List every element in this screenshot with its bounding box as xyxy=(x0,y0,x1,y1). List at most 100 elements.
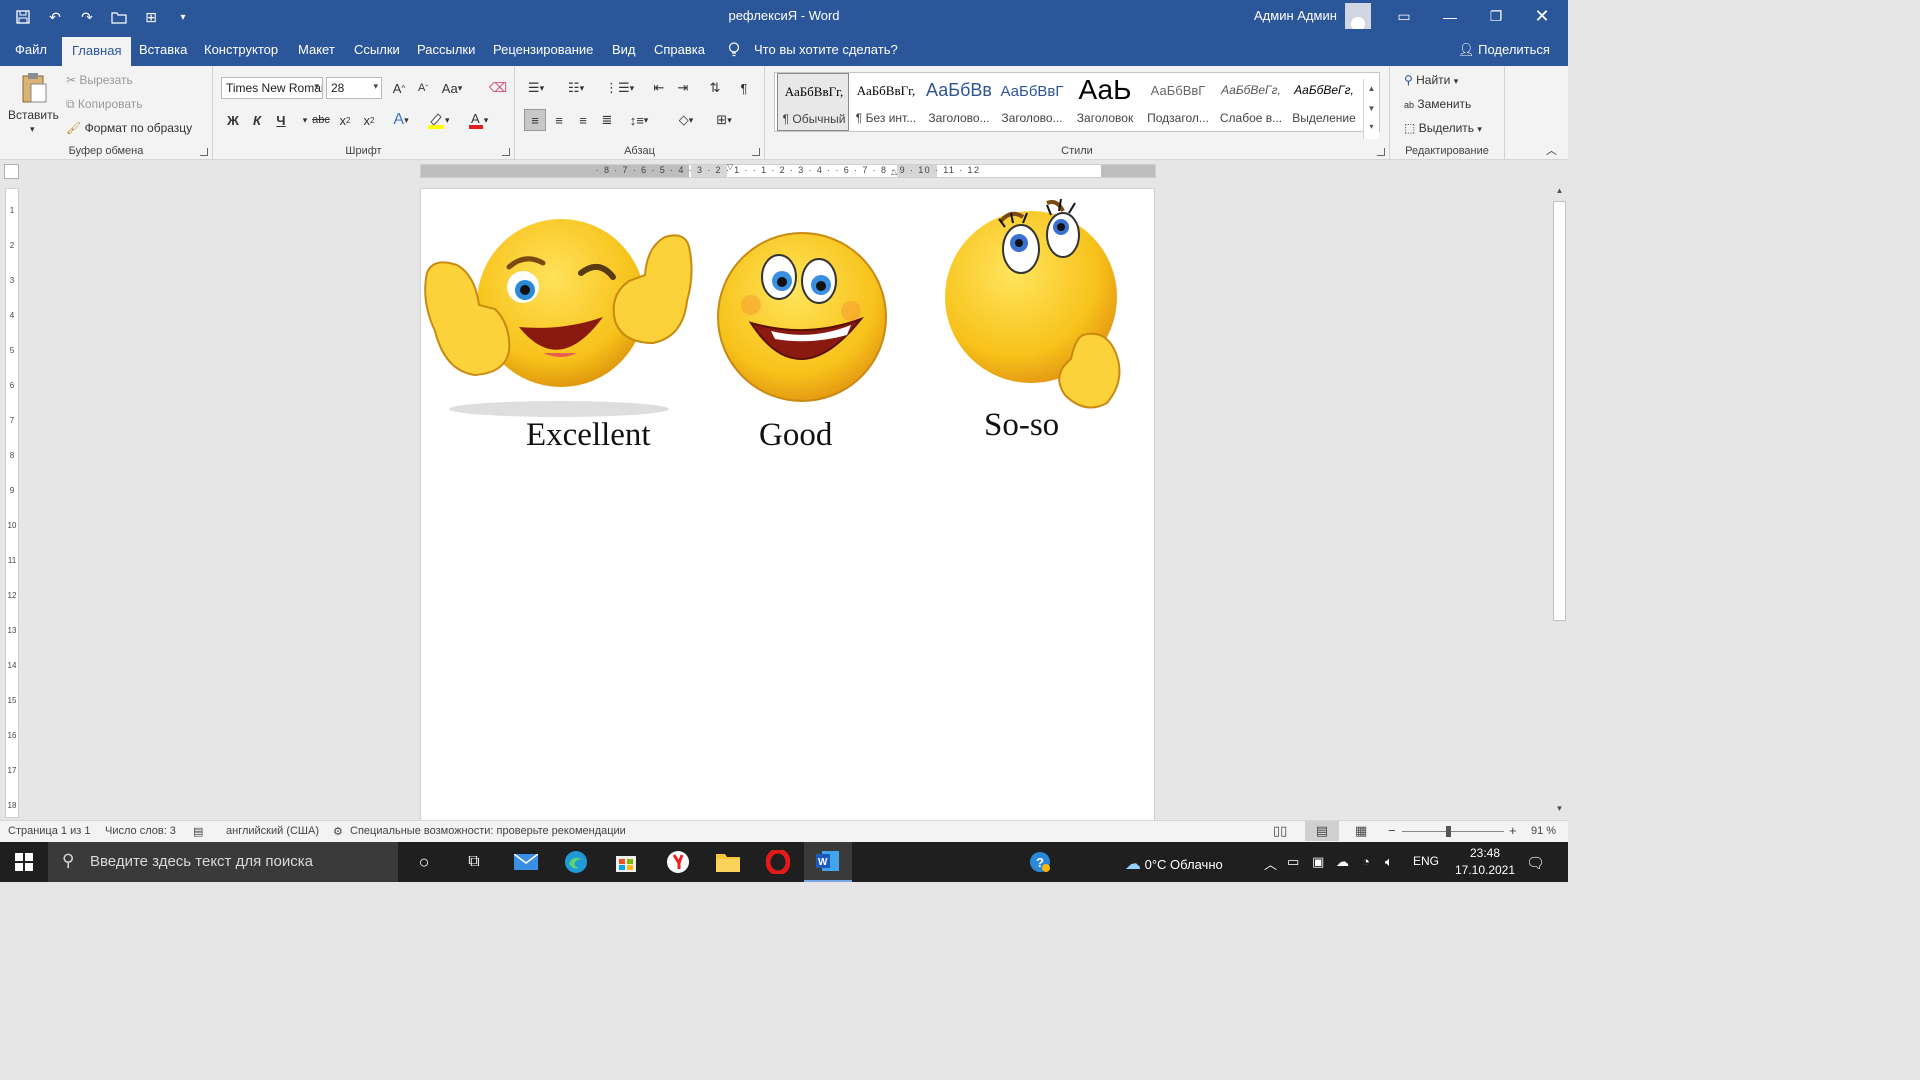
first-line-indent-icon[interactable]: ▽ xyxy=(727,162,733,171)
cortana-icon[interactable]: ○ xyxy=(400,842,448,882)
borders-icon[interactable]: ⊞ ▾ xyxy=(713,109,735,131)
style-heading2[interactable]: АаБбВвГ Заголово... xyxy=(996,73,1068,131)
paragraph-launcher-icon[interactable] xyxy=(752,148,760,156)
paste-button[interactable]: Вставить ▾ xyxy=(8,72,59,135)
caption-excellent[interactable]: Excellent xyxy=(526,417,651,454)
styles-gallery-scroll[interactable]: ▲ ▼ ▾ xyxy=(1363,79,1379,139)
vertical-ruler[interactable]: 1 2 3 4 5 6 7 8 9 10 11 12 13 14 15 16 17 18 xyxy=(5,188,19,818)
style-emphasis[interactable]: АаБбВеГг, Выделение xyxy=(1288,73,1360,131)
proofing-icon[interactable]: ▤ xyxy=(193,825,203,838)
input-language[interactable]: ENG xyxy=(1413,854,1439,868)
find-button[interactable]: ⚲ Найти ▾ xyxy=(1404,73,1458,87)
taskbar-search-input[interactable]: ⚲ Введите здесь текст для поиска xyxy=(48,842,398,882)
decrease-indent-icon[interactable]: ⇤ xyxy=(648,77,670,99)
tab-file[interactable]: Файл xyxy=(15,42,47,57)
yandex-browser-icon[interactable] xyxy=(654,842,702,882)
sort-icon[interactable]: ⇅ xyxy=(704,77,726,99)
styles-scroll-down-icon[interactable]: ▼ xyxy=(1364,99,1379,119)
show-hidden-icons-icon[interactable]: ︿ xyxy=(1264,854,1277,873)
device-icon[interactable]: ▣ xyxy=(1312,854,1324,870)
right-indent-icon[interactable]: △ xyxy=(891,167,897,176)
wifi-icon[interactable]: ◔ xyxy=(1362,854,1370,869)
tab-home[interactable]: Главная xyxy=(62,37,132,66)
numbering-icon[interactable]: ☷ ▾ xyxy=(565,77,587,99)
horizontal-ruler[interactable]: · 8 · 7 · 6 · 5 · 4 · 3 · 2 · 1 · · 1 · … xyxy=(420,162,1156,178)
styles-scroll-up-icon[interactable]: ▲ xyxy=(1364,79,1379,99)
ribbon-display-icon[interactable]: ▭ xyxy=(1381,0,1427,33)
styles-launcher-icon[interactable] xyxy=(1377,148,1385,156)
style-no-spacing[interactable]: АаБбВвГг, ¶ Без инт... xyxy=(850,73,922,131)
vertical-scrollbar[interactable]: ▲ ▼ xyxy=(1551,186,1568,818)
highlight-color-button[interactable]: ▾ xyxy=(427,109,450,131)
accessibility-icon[interactable]: ⚙︎ xyxy=(333,825,343,838)
select-button[interactable]: ⬚ Выделить ▾ xyxy=(1404,121,1482,135)
subscript-button[interactable]: x2 xyxy=(334,109,356,131)
font-color-button[interactable]: A ▾ xyxy=(467,109,489,131)
multilevel-list-icon[interactable]: ⋮☰ ▾ xyxy=(605,77,634,99)
page-count[interactable]: Страница 1 из 1 xyxy=(8,825,90,837)
opera-browser-icon[interactable] xyxy=(754,842,802,882)
print-layout-icon[interactable]: ▤ xyxy=(1305,821,1339,841)
collapse-ribbon-icon[interactable]: ︿ xyxy=(1546,142,1557,158)
align-center-icon[interactable]: ≡ xyxy=(548,109,570,131)
mail-icon[interactable] xyxy=(502,842,550,882)
change-case-button[interactable]: Aa ▾ xyxy=(441,77,463,99)
replace-button[interactable]: ab Заменить xyxy=(1404,97,1471,111)
copy-button[interactable]: ⧉ Копировать xyxy=(66,97,143,112)
battery-icon[interactable]: ▭ xyxy=(1287,854,1299,870)
weather-widget[interactable]: ☁︎ 0°C Облачно xyxy=(1125,854,1223,874)
align-right-icon[interactable]: ≡ xyxy=(572,109,594,131)
microsoft-store-icon[interactable] xyxy=(602,842,650,882)
volume-icon[interactable]: 🔈︎ xyxy=(1385,854,1393,870)
file-explorer-icon[interactable] xyxy=(704,842,752,882)
tab-references[interactable]: Ссылки xyxy=(354,42,400,57)
cut-button[interactable]: ✂︎ Вырезать xyxy=(66,73,133,87)
align-left-icon[interactable]: ≡ xyxy=(524,109,546,131)
clock[interactable]: 23:48 17.10.2021 xyxy=(1450,845,1520,879)
zoom-slider[interactable] xyxy=(1402,831,1504,832)
notifications-icon[interactable]: 🗨︎ xyxy=(1526,854,1545,872)
style-subtitle[interactable]: АаБбВвГ Подзагол... xyxy=(1142,73,1214,131)
user-name[interactable]: Админ Админ xyxy=(1254,8,1337,23)
zoom-level[interactable]: 91 % xyxy=(1531,825,1556,837)
style-title[interactable]: АаЬ Заголовок xyxy=(1069,73,1141,131)
underline-button[interactable]: Ч xyxy=(270,109,292,131)
edge-browser-icon[interactable] xyxy=(552,842,600,882)
styles-more-icon[interactable]: ▾ xyxy=(1364,119,1379,137)
word-taskbar-icon[interactable]: W xyxy=(804,842,852,882)
zoom-slider-thumb[interactable] xyxy=(1446,826,1451,837)
web-layout-icon[interactable]: ▦ xyxy=(1355,823,1367,839)
shrink-font-button[interactable]: Aˇ xyxy=(412,77,434,99)
italic-button[interactable]: К xyxy=(246,109,268,131)
scroll-up-icon[interactable]: ▲ xyxy=(1551,186,1568,200)
tab-insert[interactable]: Вставка xyxy=(139,42,187,57)
paste-dropdown-icon[interactable]: ▾ xyxy=(30,124,35,135)
style-heading1[interactable]: АаБбВв Заголово... xyxy=(923,73,995,131)
superscript-button[interactable]: x2 xyxy=(358,109,380,131)
help-tips-icon[interactable]: ? xyxy=(1016,842,1064,882)
bullets-icon[interactable]: ☰ ▾ xyxy=(525,77,547,99)
onedrive-icon[interactable]: ☁︎ xyxy=(1336,854,1349,870)
font-size-select[interactable]: 28 xyxy=(326,77,382,99)
scroll-down-icon[interactable]: ▼ xyxy=(1551,804,1568,818)
tab-review[interactable]: Рецензирование xyxy=(493,42,593,57)
tab-mailings[interactable]: Рассылки xyxy=(417,42,475,57)
tab-design[interactable]: Конструктор xyxy=(204,42,278,57)
bold-button[interactable]: Ж xyxy=(222,109,244,131)
minimize-icon[interactable]: — xyxy=(1427,0,1473,33)
restore-icon[interactable]: ❐ xyxy=(1473,0,1519,33)
clear-formatting-icon[interactable]: ⌫ xyxy=(487,77,509,99)
caption-so-so[interactable]: So-so xyxy=(984,407,1059,444)
tab-help[interactable]: Справка xyxy=(654,42,705,57)
caption-good[interactable]: Good xyxy=(759,417,832,454)
increase-indent-icon[interactable]: ⇥ xyxy=(672,77,694,99)
tab-selector[interactable] xyxy=(4,164,19,179)
zoom-in-icon[interactable]: + xyxy=(1509,823,1517,838)
accessibility-status[interactable]: Специальные возможности: проверьте реком… xyxy=(350,825,626,837)
style-normal[interactable]: АаБбВвГг, ¶ Обычный xyxy=(777,73,849,131)
clipboard-launcher-icon[interactable] xyxy=(200,148,208,156)
style-subtle-emphasis[interactable]: АаБбВеГг, Слабое в... xyxy=(1215,73,1287,131)
text-effects-icon[interactable]: A ▾ xyxy=(390,109,412,131)
grow-font-button[interactable]: A ^ xyxy=(388,77,410,99)
font-launcher-icon[interactable] xyxy=(502,148,510,156)
